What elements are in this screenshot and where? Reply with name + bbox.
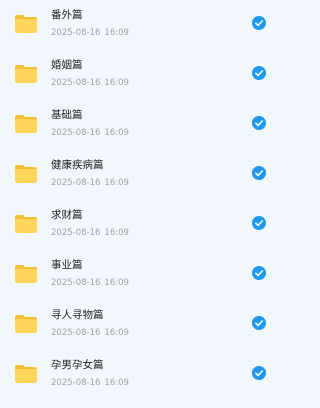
list-item[interactable]: 求财篇 2025-08-16 16:09 <box>0 208 280 258</box>
item-time: 16:09 <box>104 78 129 88</box>
item-timestamp: 2025-08-16 16:09 <box>51 377 129 389</box>
folder-icon <box>15 65 37 83</box>
item-title: 婚姻篇 <box>51 59 83 71</box>
item-date: 2025-08-16 <box>51 178 101 188</box>
item-date: 2025-08-16 <box>51 128 101 138</box>
folder-icon <box>15 265 37 283</box>
item-title: 求财篇 <box>51 209 83 221</box>
checkmark-circle-icon[interactable] <box>252 366 266 380</box>
item-time: 16:09 <box>104 128 129 138</box>
folder-icon <box>15 15 37 33</box>
item-timestamp: 2025-08-16 16:09 <box>51 277 129 289</box>
item-date: 2025-08-16 <box>51 328 101 338</box>
item-time: 16:09 <box>104 28 129 38</box>
list-item[interactable]: 孕男孕女篇 2025-08-16 16:09 <box>0 358 280 408</box>
item-time: 16:09 <box>104 178 129 188</box>
item-date: 2025-08-16 <box>51 228 101 238</box>
folder-icon <box>15 315 37 333</box>
item-time: 16:09 <box>104 378 129 388</box>
checkmark-circle-icon[interactable] <box>252 116 266 130</box>
folder-list: 番外篇 2025-08-16 16:09 婚姻篇 2025-08-16 16:09 … <box>0 0 280 400</box>
checkmark-circle-icon[interactable] <box>252 316 266 330</box>
item-title: 番外篇 <box>51 9 83 21</box>
checkmark-circle-icon[interactable] <box>252 166 266 180</box>
item-timestamp: 2025-08-16 16:09 <box>51 77 129 89</box>
item-time: 16:09 <box>104 328 129 338</box>
list-item[interactable]: 寻人寻物篇 2025-08-16 16:09 <box>0 308 280 358</box>
item-timestamp: 2025-08-16 16:09 <box>51 27 129 39</box>
folder-icon <box>15 365 37 383</box>
list-item[interactable]: 健康疾病篇 2025-08-16 16:09 <box>0 158 280 208</box>
item-time: 16:09 <box>104 278 129 288</box>
item-date: 2025-08-16 <box>51 28 101 38</box>
item-title: 健康疾病篇 <box>51 159 104 171</box>
item-title: 寻人寻物篇 <box>51 309 104 321</box>
folder-icon <box>15 215 37 233</box>
checkmark-circle-icon[interactable] <box>252 16 266 30</box>
item-title: 孕男孕女篇 <box>51 359 104 371</box>
item-title: 事业篇 <box>51 259 83 271</box>
list-item[interactable]: 婚姻篇 2025-08-16 16:09 <box>0 58 280 108</box>
folder-icon <box>15 115 37 133</box>
list-item[interactable]: 事业篇 2025-08-16 16:09 <box>0 258 280 308</box>
checkmark-circle-icon[interactable] <box>252 66 266 80</box>
item-date: 2025-08-16 <box>51 278 101 288</box>
item-timestamp: 2025-08-16 16:09 <box>51 327 129 339</box>
checkmark-circle-icon[interactable] <box>252 216 266 230</box>
item-title: 基础篇 <box>51 109 83 121</box>
item-time: 16:09 <box>104 228 129 238</box>
item-timestamp: 2025-08-16 16:09 <box>51 177 129 189</box>
item-date: 2025-08-16 <box>51 78 101 88</box>
item-timestamp: 2025-08-16 16:09 <box>51 127 129 139</box>
checkmark-circle-icon[interactable] <box>252 266 266 280</box>
folder-icon <box>15 165 37 183</box>
list-item[interactable]: 番外篇 2025-08-16 16:09 <box>0 8 280 58</box>
list-item[interactable]: 基础篇 2025-08-16 16:09 <box>0 108 280 158</box>
item-date: 2025-08-16 <box>51 378 101 388</box>
item-timestamp: 2025-08-16 16:09 <box>51 227 129 239</box>
